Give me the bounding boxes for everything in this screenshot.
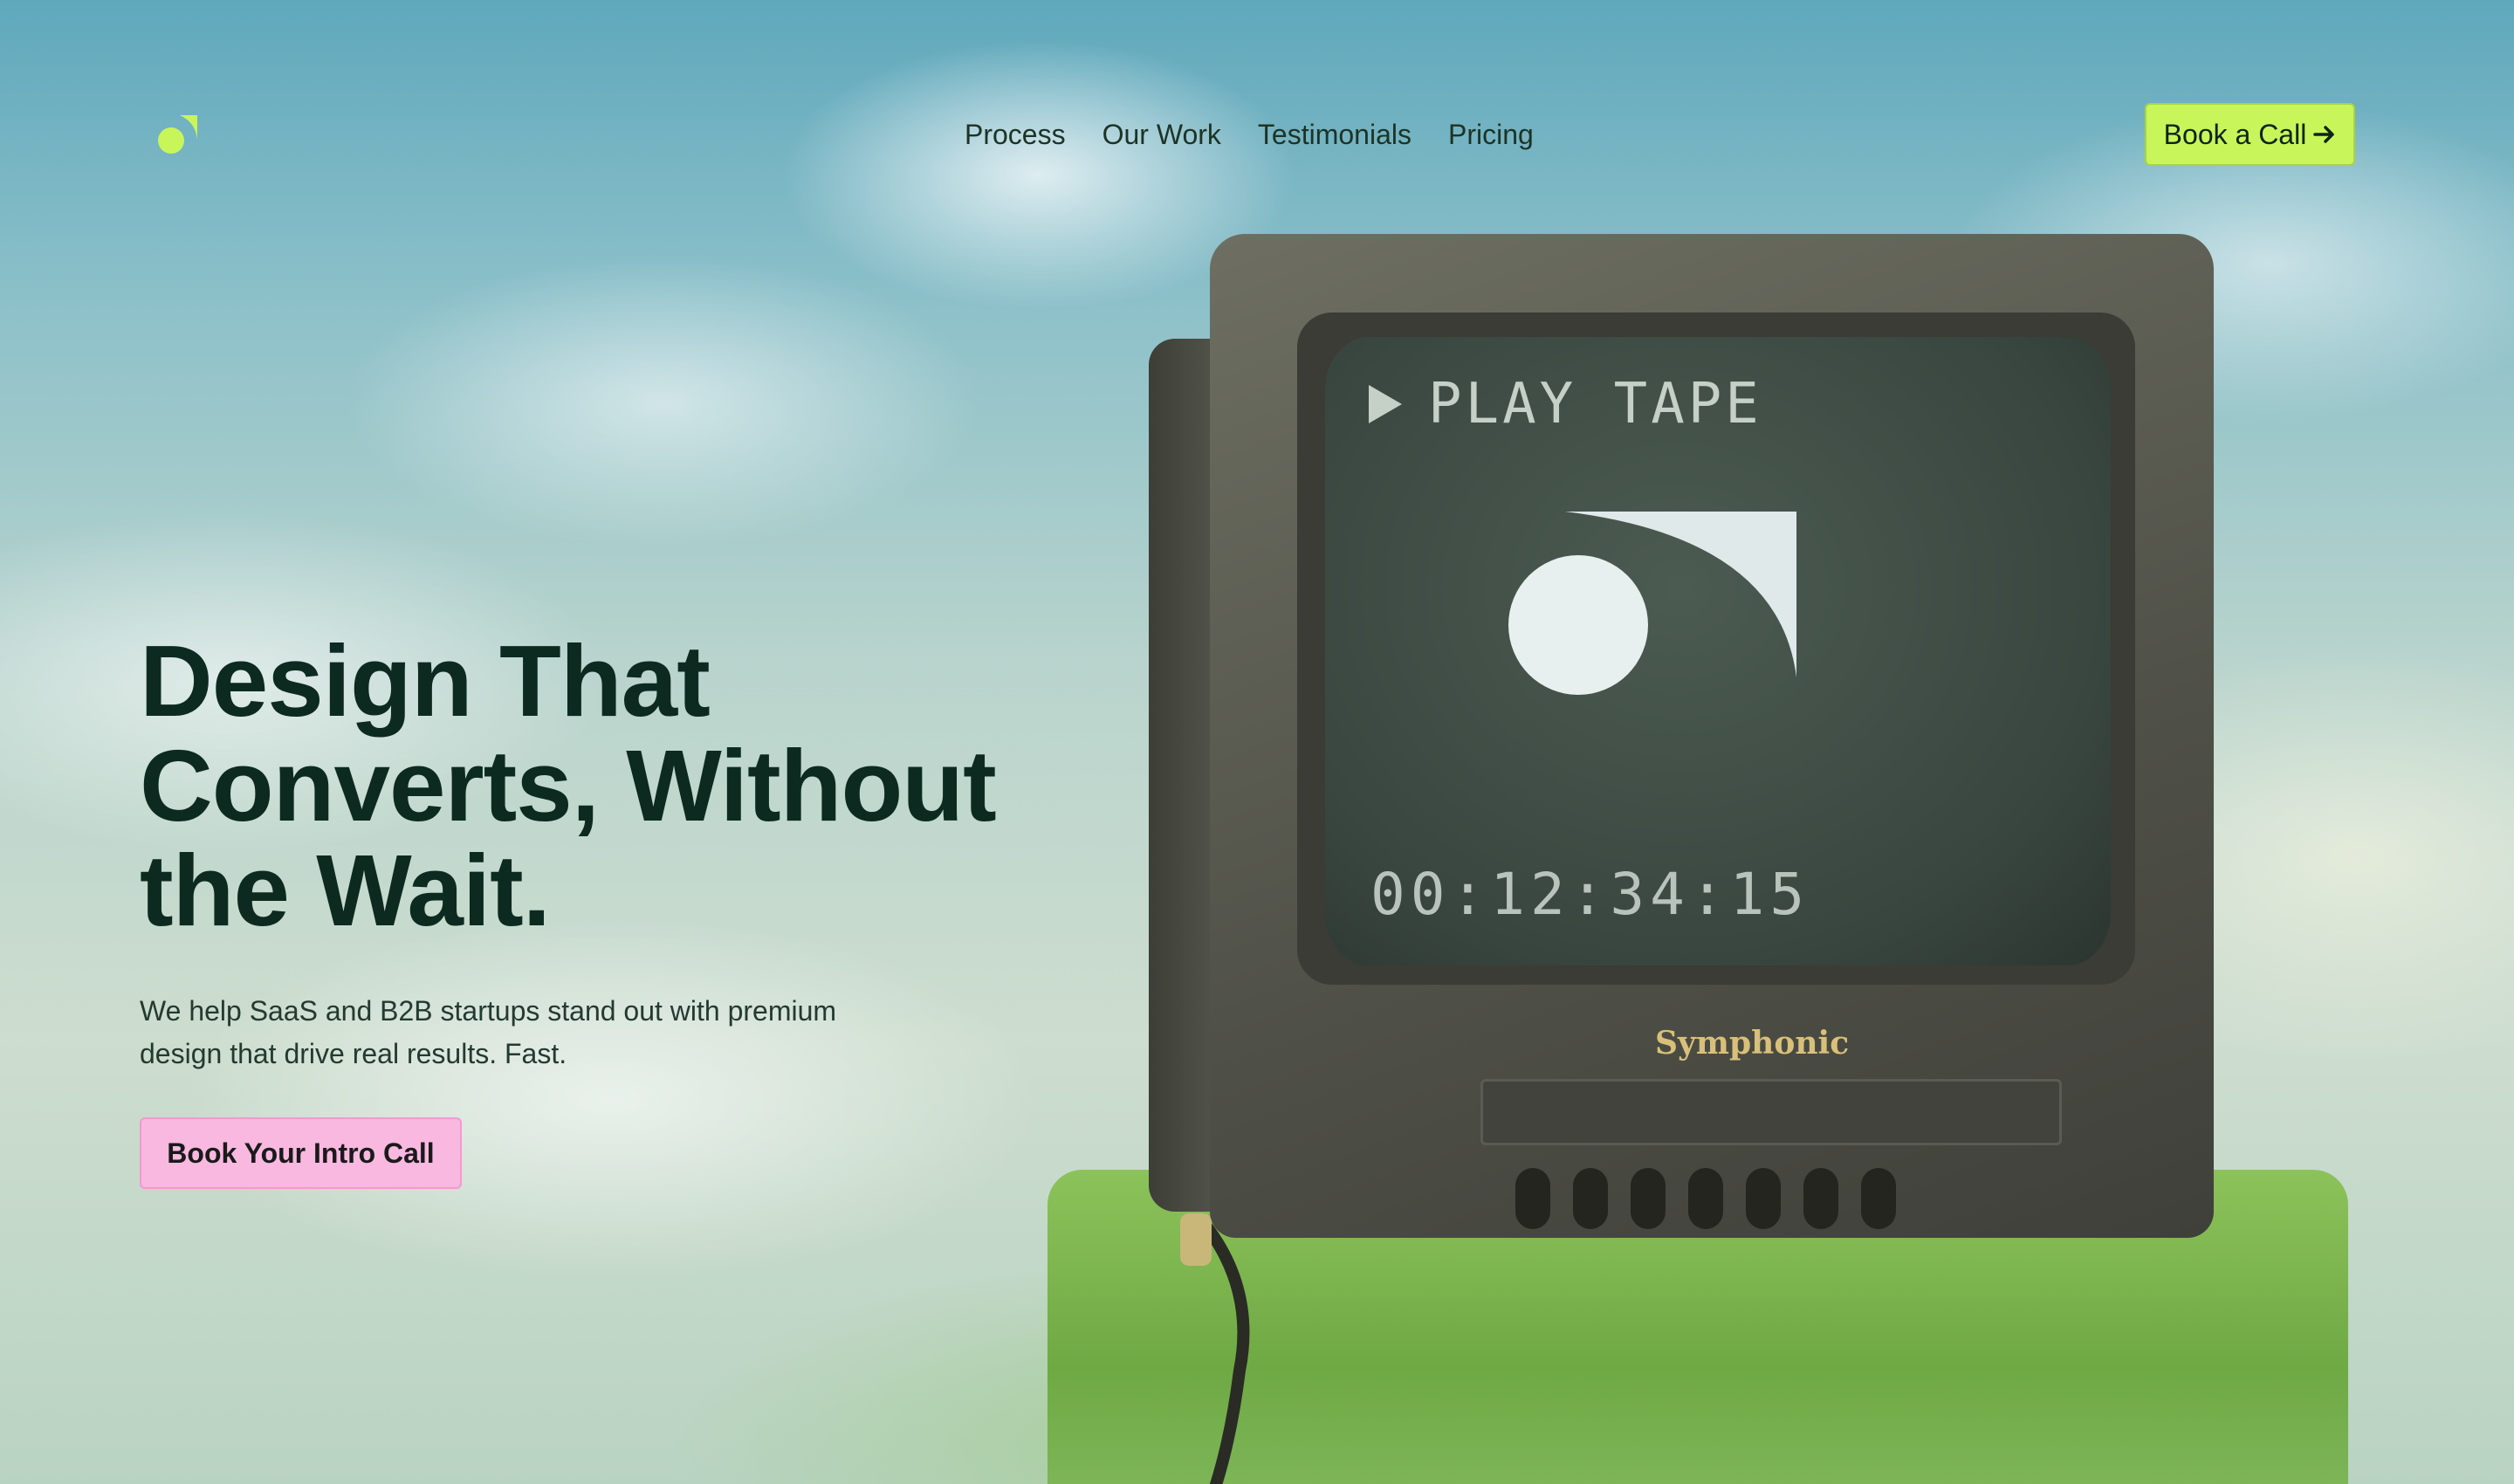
book-a-call-button[interactable]: Book a Call <box>2145 103 2355 166</box>
tv-cable <box>1180 1213 1250 1484</box>
nav-link-pricing[interactable]: Pricing <box>1448 119 1534 151</box>
tv-knob <box>1746 1168 1781 1229</box>
tv-illustration: PLAY TAPE 00:12:34:15 Symphonic <box>1149 234 2214 1247</box>
tv-brand-name: Symphonic <box>1655 1025 1850 1061</box>
tv-screen: PLAY TAPE 00:12:34:15 <box>1325 337 2111 965</box>
hero-headline: Design That Converts, Without the Wait. <box>140 624 997 947</box>
tv-knob <box>1861 1168 1896 1229</box>
tv-knob <box>1631 1168 1666 1229</box>
nav-link-testimonials[interactable]: Testimonials <box>1258 119 1412 151</box>
tv-knobs <box>1515 1168 1896 1229</box>
book-intro-call-button[interactable]: Book Your Intro Call <box>140 1117 462 1189</box>
landing-page: Process Our Work Testimonials Pricing Bo… <box>0 0 2514 1484</box>
brand-logo-icon[interactable] <box>155 113 199 157</box>
vcr-slot <box>1480 1079 2062 1145</box>
nav-link-our-work[interactable]: Our Work <box>1102 119 1221 151</box>
tv-knob <box>1515 1168 1550 1229</box>
tv-knob <box>1803 1168 1838 1229</box>
arrow-right-icon <box>2313 126 2335 143</box>
tv-timecode: 00:12:34:15 <box>1370 861 1810 928</box>
nav-link-process[interactable]: Process <box>965 119 1066 151</box>
book-a-call-label: Book a Call <box>2163 118 2307 150</box>
tv-knob <box>1688 1168 1723 1229</box>
tv-knob <box>1573 1168 1608 1229</box>
main-nav: Process Our Work Testimonials Pricing <box>965 119 1534 151</box>
hero-subtext: We help SaaS and B2B startups stand out … <box>140 995 837 1069</box>
